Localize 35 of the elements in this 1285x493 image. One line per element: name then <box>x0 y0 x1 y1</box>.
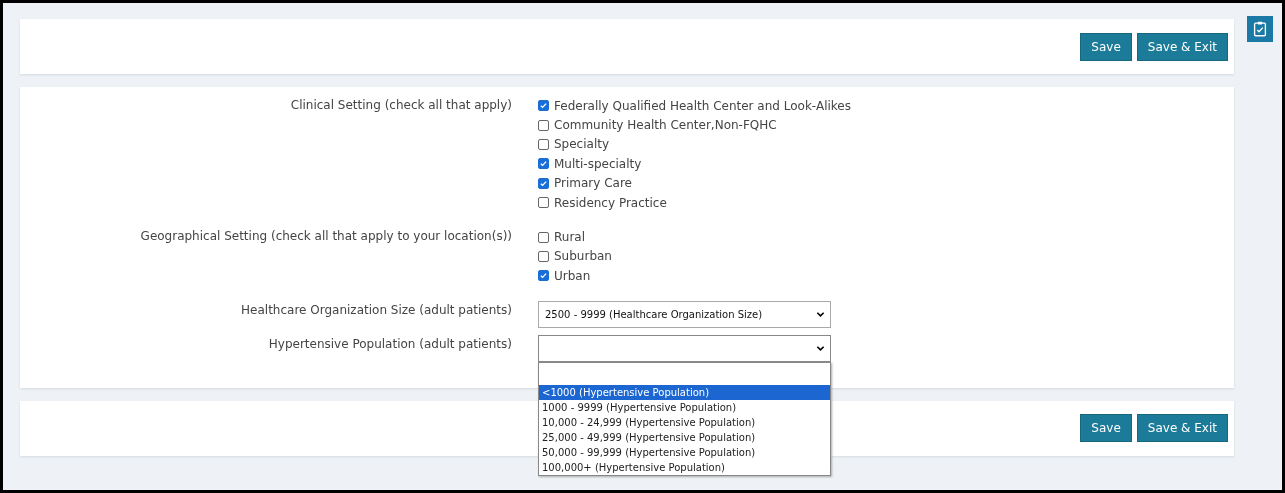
checkbox[interactable] <box>538 270 549 282</box>
field-label: Clinical Setting (check all that apply) <box>289 97 512 114</box>
dropdown-option[interactable]: 10,000 - 24,999 (Hypertensive Population) <box>539 414 830 430</box>
dropdown-option[interactable]: 100,000+ (Hypertensive Population) <box>539 459 830 475</box>
checkbox-label[interactable]: Rural <box>554 230 586 245</box>
checkbox[interactable] <box>538 119 549 131</box>
select-field[interactable]: 2500 - 9999 (Healthcare Organization Size) <box>538 300 831 328</box>
checkbox-label[interactable]: Primary Care <box>554 176 632 191</box>
checkbox[interactable] <box>538 138 549 150</box>
checkbox[interactable] <box>538 250 549 262</box>
checkbox-label[interactable]: Residency Practice <box>554 195 667 210</box>
field-label: Geographical Setting (check all that apply to your location(s)) <box>139 228 512 246</box>
checkbox-label[interactable]: Urban <box>554 268 591 283</box>
checkbox-label[interactable]: Community Health Center,Non-FQHC <box>554 118 777 133</box>
checkbox-label[interactable]: Suburban <box>554 249 612 264</box>
field-label: Healthcare Organization Size (adult patients) <box>240 301 512 319</box>
save-button[interactable]: Save & Exit <box>1136 414 1228 442</box>
dropdown-option[interactable]: 50,000 - 99,999 (Hypertensive Population) <box>539 444 830 460</box>
checkbox-label[interactable]: Specialty <box>554 137 610 152</box>
checkbox[interactable] <box>538 100 549 112</box>
dropdown-option[interactable]: <1000 (Hypertensive Population) <box>539 384 830 400</box>
field-label: Hypertensive Population (adult patients) <box>267 335 512 353</box>
checkbox[interactable] <box>538 231 549 243</box>
dropdown-option[interactable]: 25,000 - 49,999 (Hypertensive Population) <box>539 429 830 445</box>
clipboard-check-icon[interactable] <box>1247 16 1273 42</box>
checkbox[interactable] <box>538 177 549 189</box>
save-button[interactable]: Save <box>1080 414 1132 442</box>
save-button[interactable]: Save <box>1080 32 1132 61</box>
checkbox[interactable] <box>538 158 549 170</box>
save-button[interactable]: Save & Exit <box>1136 32 1228 61</box>
checkbox-label[interactable]: Multi-specialty <box>554 156 642 171</box>
select-field[interactable] <box>538 334 831 362</box>
checkbox-label[interactable]: Federally Qualified Health Center and Look-Alikes <box>554 98 851 113</box>
dropdown-option[interactable]: 1000 - 9999 (Hypertensive Population) <box>539 399 830 415</box>
checkbox[interactable] <box>538 197 549 209</box>
